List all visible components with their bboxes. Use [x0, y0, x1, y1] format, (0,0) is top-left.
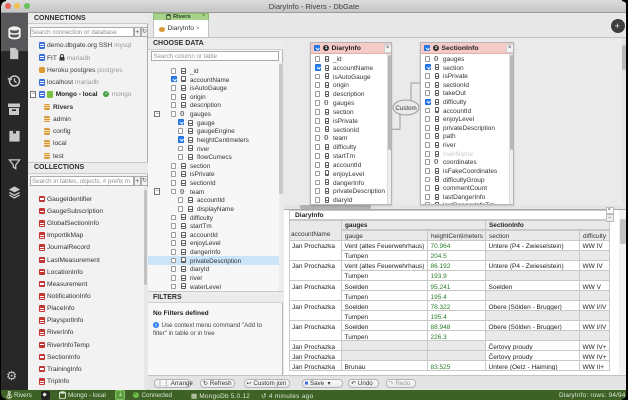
svg-text:Custom: Custom [395, 105, 416, 112]
